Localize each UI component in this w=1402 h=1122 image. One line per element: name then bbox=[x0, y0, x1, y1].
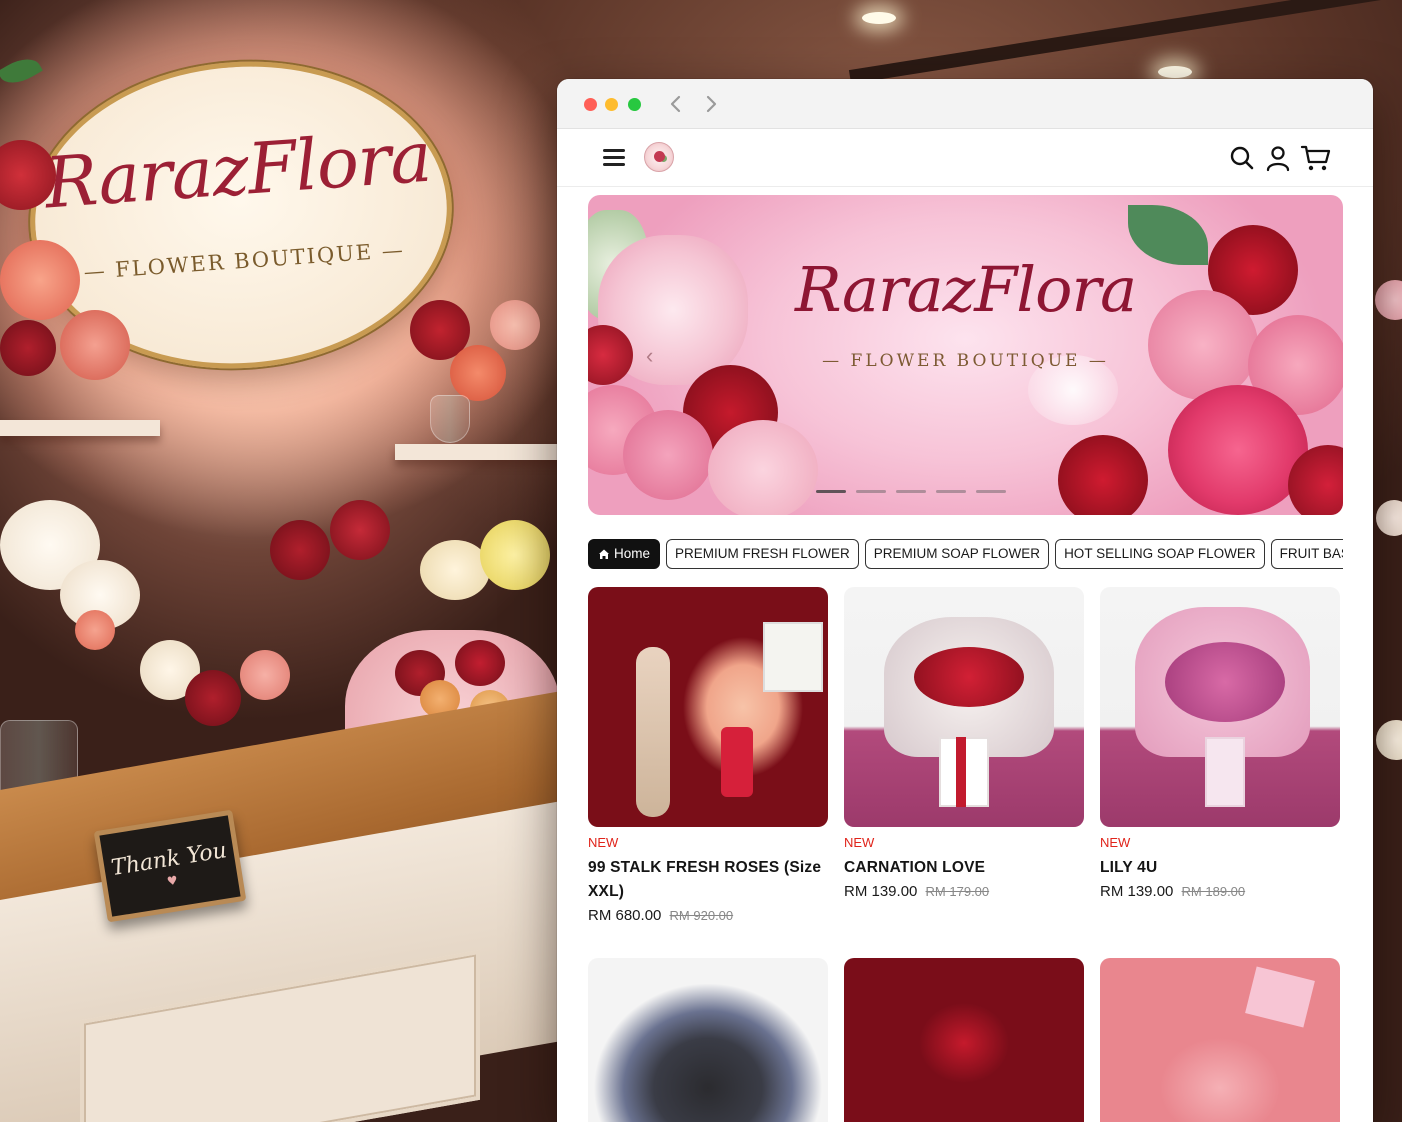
wall-shelf bbox=[0, 420, 160, 436]
person-figure bbox=[636, 647, 670, 817]
product-grid: NEW 99 STALK FRESH ROSES (Size XXL) RM 6… bbox=[588, 587, 1343, 1122]
maximize-window-button[interactable] bbox=[628, 98, 641, 111]
white-bloom bbox=[1376, 500, 1402, 536]
product-image[interactable] bbox=[588, 958, 828, 1122]
category-nav: Home PREMIUM FRESH FLOWER PREMIUM SOAP F… bbox=[588, 539, 1343, 569]
browser-window: RarazFlora — FLOWER BOUTIQUE — ‹ Home PR… bbox=[557, 79, 1373, 1122]
user-icon[interactable] bbox=[1264, 144, 1292, 172]
lily-cluster bbox=[1165, 642, 1285, 722]
peony bbox=[708, 420, 818, 515]
rose-bloom bbox=[490, 300, 540, 350]
product-price: RM 139.00 RM 179.00 bbox=[844, 880, 1084, 904]
product-card[interactable] bbox=[1100, 958, 1340, 1122]
hero-prev-icon[interactable]: ‹ bbox=[646, 343, 653, 369]
carousel-dot[interactable] bbox=[856, 490, 886, 493]
carousel-dot[interactable] bbox=[976, 490, 1006, 493]
category-pill-home[interactable]: Home bbox=[588, 539, 661, 569]
category-pill-premium-soap-flower[interactable]: PREMIUM SOAP FLOWER bbox=[864, 539, 1050, 569]
rose-bloom bbox=[75, 610, 115, 650]
rose-bloom bbox=[240, 650, 290, 700]
rose-bloom bbox=[0, 320, 56, 376]
flower-logo-icon[interactable] bbox=[644, 142, 674, 172]
chevron-left-icon[interactable] bbox=[665, 92, 687, 116]
carnation-cluster bbox=[914, 647, 1024, 707]
chevron-right-icon[interactable] bbox=[700, 92, 722, 116]
ceiling-light bbox=[1158, 66, 1192, 78]
rose-bloom bbox=[450, 345, 506, 401]
white-bloom bbox=[1376, 720, 1402, 760]
hero-banner[interactable]: RarazFlora — FLOWER BOUTIQUE — ‹ bbox=[588, 195, 1343, 515]
carousel-dot[interactable] bbox=[896, 490, 926, 493]
product-price: RM 680.00 RM 920.00 bbox=[588, 904, 828, 928]
home-icon bbox=[599, 549, 609, 559]
rose-bloom bbox=[455, 640, 505, 686]
original-price: RM 189.00 bbox=[1181, 884, 1246, 899]
glass-vase bbox=[430, 395, 470, 443]
rose-bloom bbox=[0, 240, 80, 320]
rose-bloom bbox=[185, 670, 241, 726]
rose-bloom bbox=[330, 500, 390, 560]
product-name[interactable]: 99 STALK FRESH ROSES (Size XXL) bbox=[588, 856, 828, 904]
rose-bloom bbox=[1375, 280, 1402, 320]
browser-titlebar bbox=[557, 79, 1373, 129]
carousel-dot[interactable] bbox=[936, 490, 966, 493]
ceiling-beam bbox=[848, 0, 1402, 84]
current-price: RM 680.00 bbox=[588, 907, 662, 924]
hero-subtitle: — FLOWER BOUTIQUE — bbox=[822, 351, 1109, 371]
current-price: RM 139.00 bbox=[1100, 883, 1174, 900]
wall-shelf bbox=[395, 444, 565, 460]
hamburger-menu-icon[interactable] bbox=[603, 149, 625, 167]
category-pill-premium-fresh-flower[interactable]: PREMIUM FRESH FLOWER bbox=[666, 539, 859, 569]
product-card[interactable]: NEW LILY 4U RM 139.00 RM 189.00 bbox=[1100, 587, 1340, 928]
pink-rose bbox=[623, 410, 713, 500]
peony bbox=[1168, 385, 1308, 515]
rose-bloom bbox=[270, 520, 330, 580]
product-image[interactable] bbox=[844, 587, 1084, 827]
product-image[interactable] bbox=[1100, 587, 1340, 827]
category-pill-hot-selling-soap-flower[interactable]: HOT SELLING SOAP FLOWER bbox=[1055, 539, 1265, 569]
bouquet-ribbon bbox=[721, 727, 753, 797]
product-card[interactable] bbox=[844, 958, 1084, 1122]
category-pill-label: Home bbox=[614, 546, 651, 561]
cart-icon[interactable] bbox=[1300, 144, 1332, 172]
shop-sign-brand: RarazFlora bbox=[42, 115, 434, 225]
red-rose bbox=[1058, 435, 1148, 515]
product-image[interactable] bbox=[844, 958, 1084, 1122]
current-price: RM 139.00 bbox=[844, 883, 918, 900]
search-icon[interactable] bbox=[1228, 144, 1256, 172]
ceiling-light bbox=[862, 12, 896, 24]
product-name[interactable]: CARNATION LOVE bbox=[844, 856, 1084, 880]
product-card[interactable] bbox=[588, 958, 828, 1122]
new-badge: NEW bbox=[844, 835, 875, 850]
product-price: RM 139.00 RM 189.00 bbox=[1100, 880, 1340, 904]
product-card[interactable]: NEW CARNATION LOVE RM 139.00 RM 179.00 bbox=[844, 587, 1084, 928]
hero-title: RarazFlora bbox=[794, 253, 1137, 326]
gift-card bbox=[1245, 966, 1315, 1028]
white-fence bbox=[763, 622, 823, 692]
product-name[interactable]: LILY 4U bbox=[1100, 856, 1340, 880]
new-badge: NEW bbox=[1100, 835, 1131, 850]
product-card[interactable]: NEW 99 STALK FRESH ROSES (Size XXL) RM 6… bbox=[588, 587, 828, 928]
close-window-button[interactable] bbox=[584, 98, 597, 111]
bouquet-ribbon bbox=[956, 737, 966, 807]
rose-bloom bbox=[60, 310, 130, 380]
carousel-indicators bbox=[816, 490, 1006, 493]
minimize-window-button[interactable] bbox=[605, 98, 618, 111]
site-header bbox=[557, 129, 1373, 187]
yellow-bloom bbox=[480, 520, 550, 590]
gift-box bbox=[1205, 737, 1245, 807]
original-price: RM 920.00 bbox=[669, 908, 734, 923]
new-badge: NEW bbox=[588, 835, 619, 850]
shop-sign-subtitle: — FLOWER BOUTIQUE — bbox=[82, 237, 406, 285]
original-price: RM 179.00 bbox=[925, 884, 990, 899]
carousel-dot[interactable] bbox=[816, 490, 846, 493]
product-image[interactable] bbox=[588, 587, 828, 827]
product-image[interactable] bbox=[1100, 958, 1340, 1122]
category-pill-fruit-basket[interactable]: FRUIT BASKET bbox=[1270, 539, 1343, 569]
